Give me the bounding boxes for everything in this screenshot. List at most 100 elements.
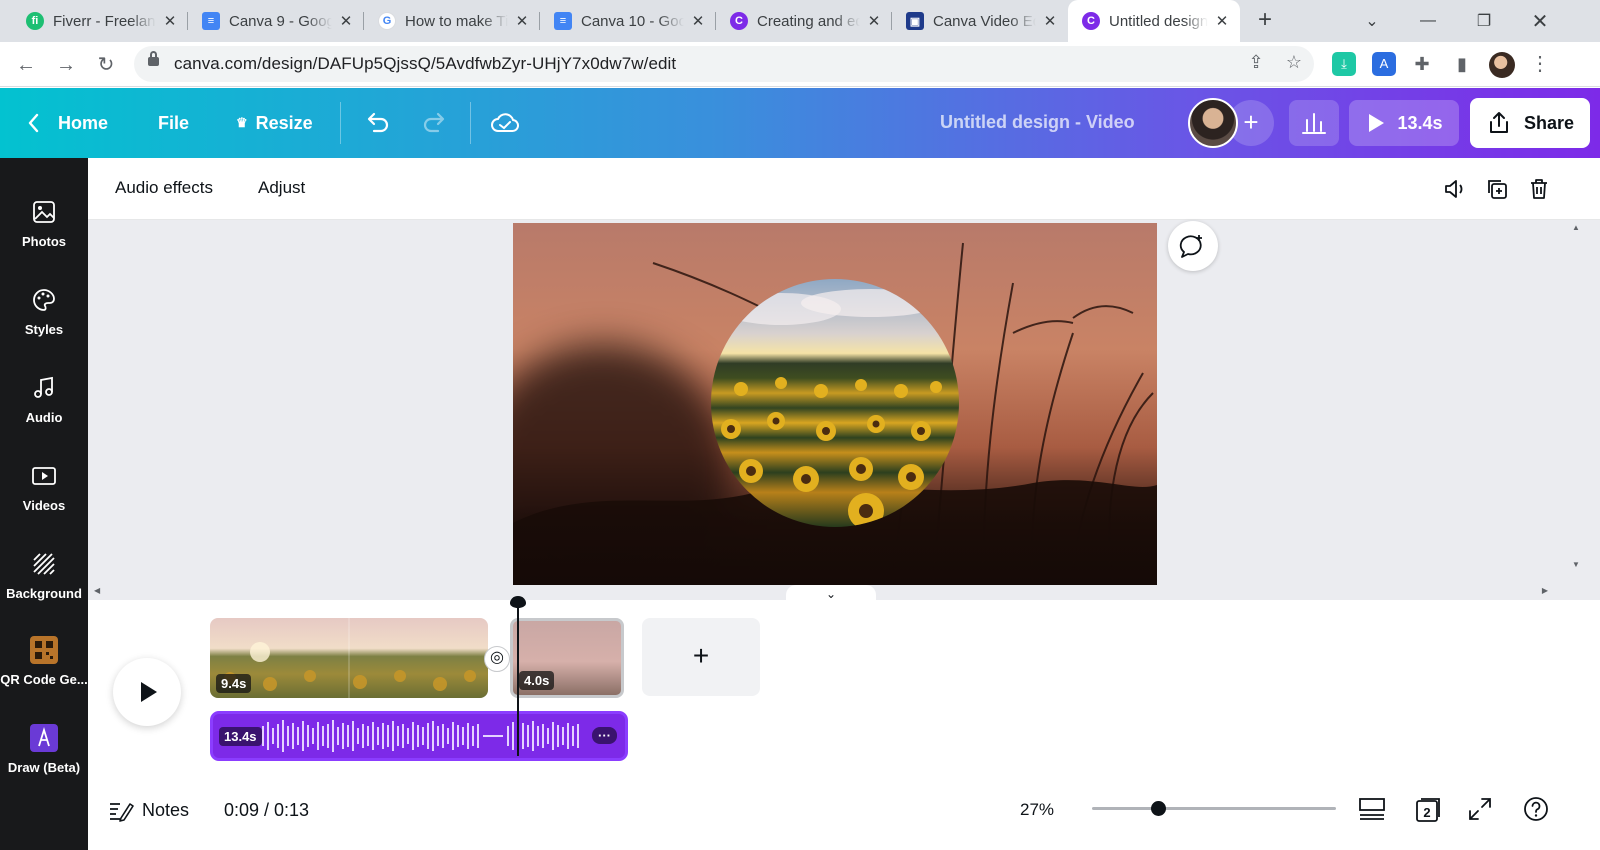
browser-tab-canva-video-editor[interactable]: ▣ Canva Video Editor ✕ <box>892 0 1068 42</box>
tab-search-icon[interactable]: ⌄ <box>1344 0 1400 42</box>
browser-tab-canva9-doc[interactable]: ≡ Canva 9 - Google Docs ✕ <box>188 0 364 42</box>
timeline-play-button[interactable] <box>113 658 181 726</box>
home-button[interactable]: Home <box>26 88 108 158</box>
notes-icon[interactable] <box>106 796 134 824</box>
sidebar-item-label: Audio <box>25 410 63 425</box>
undo-button[interactable] <box>364 88 392 158</box>
redo-button[interactable] <box>420 88 448 158</box>
canva-icon: C <box>730 12 748 30</box>
fullscreen-icon[interactable] <box>1466 795 1494 823</box>
sidebar-item-draw[interactable]: Draw (Beta) <box>0 724 88 775</box>
forward-icon[interactable]: → <box>52 51 80 79</box>
video-clip-1[interactable]: 9.4s <box>210 618 488 698</box>
back-icon[interactable]: ← <box>12 51 40 79</box>
browser-tab-fiverr[interactable]: fi Fiverr - Freelance Services Marketpla… <box>12 0 188 42</box>
sidebar-item-audio[interactable]: Audio <box>0 374 88 425</box>
browser-tab-google-search[interactable]: G How to make TikTok video ✕ <box>364 0 540 42</box>
scroll-down-icon[interactable]: ▼ <box>1572 560 1580 569</box>
zoom-percentage[interactable]: 27% <box>1020 800 1054 820</box>
close-tab-icon[interactable]: ✕ <box>514 12 530 30</box>
browser-tab-untitled-design[interactable]: C Untitled design - Video ✕ <box>1068 0 1240 42</box>
sidebar-item-background[interactable]: Background <box>0 550 88 601</box>
zoom-slider[interactable] <box>1092 801 1336 816</box>
audio-effects-button[interactable]: Audio effects <box>115 178 213 198</box>
clip-thumbnail <box>224 618 476 698</box>
resize-button[interactable]: ♛ Resize <box>236 88 313 158</box>
fiverr-icon: fi <box>26 12 44 30</box>
bookmark-star-icon[interactable]: ☆ <box>1282 52 1306 76</box>
duplicate-icon[interactable] <box>1484 176 1510 202</box>
browser-menu-icon[interactable]: ⋮ <box>1528 52 1552 76</box>
extension-download-icon[interactable]: ⤓ <box>1332 52 1356 76</box>
help-icon[interactable] <box>1522 795 1550 823</box>
minimize-icon[interactable]: — <box>1400 0 1456 42</box>
close-tab-icon[interactable]: ✕ <box>1042 12 1058 30</box>
home-label: Home <box>58 112 109 133</box>
share-button[interactable]: Share <box>1470 98 1590 148</box>
scroll-up-icon[interactable]: ▲ <box>1572 223 1580 232</box>
bar-chart-icon <box>1302 113 1326 134</box>
scroll-right-icon[interactable]: ▶ <box>1542 586 1548 595</box>
scroll-left-icon[interactable]: ◀ <box>94 586 100 595</box>
insights-button[interactable] <box>1289 100 1339 146</box>
sidebar-item-videos[interactable]: Videos <box>0 462 88 513</box>
add-page-button[interactable]: + <box>642 618 760 696</box>
tab-title: Untitled design - Video <box>1109 12 1208 30</box>
sidebar-item-photos[interactable]: Photos <box>0 198 88 249</box>
collapse-timeline-button[interactable]: ⌄ <box>786 585 876 601</box>
sunflower-circle-frame[interactable] <box>711 279 959 527</box>
close-tab-icon[interactable]: ✕ <box>338 12 354 30</box>
audio-track[interactable]: 13.4s ··· <box>210 711 628 761</box>
volume-icon[interactable] <box>1442 176 1468 202</box>
cloud-check-icon <box>491 113 519 132</box>
sidebar-item-label: Photos <box>21 234 67 249</box>
profile-avatar[interactable] <box>1489 52 1515 78</box>
notes-button[interactable]: Notes <box>142 800 189 821</box>
save-status-button[interactable] <box>490 88 520 158</box>
new-tab-button[interactable]: + <box>1252 8 1278 34</box>
chevron-down-icon: ⌄ <box>825 587 837 601</box>
context-toolbar: Audio effects Adjust <box>88 158 1600 220</box>
play-icon <box>1369 114 1385 132</box>
add-comment-button[interactable] <box>1168 221 1218 271</box>
editor-footer: Notes 0:09 / 0:13 27% 2 <box>88 782 1600 850</box>
sidebar-item-qr-code[interactable]: QR Code Ge... <box>0 636 88 687</box>
present-play-button[interactable]: 13.4s <box>1349 100 1459 146</box>
vertical-scrollbar[interactable]: ▲ ▼ <box>1568 220 1586 600</box>
design-title[interactable]: Untitled design - Video <box>940 112 1135 133</box>
close-tab-icon[interactable]: ✕ <box>690 12 706 30</box>
zoom-slider-handle[interactable] <box>1150 801 1166 816</box>
canva-video-icon: ▣ <box>906 12 924 30</box>
close-tab-icon[interactable]: ✕ <box>1214 12 1230 30</box>
close-window-icon[interactable]: ✕ <box>1512 0 1568 42</box>
url-omnibox[interactable]: canva.com/design/DAFUp5QjssQ/5AvdfwbZyr-… <box>134 46 1314 82</box>
extensions-puzzle-icon[interactable]: ✚ <box>1410 52 1434 76</box>
sidebar-item-label: Styles <box>24 322 64 337</box>
audio-more-options-button[interactable]: ··· <box>592 727 617 744</box>
browser-tab-canva10-doc[interactable]: ≡ Canva 10 - Google Docs ✕ <box>540 0 716 42</box>
pages-button[interactable]: 2 <box>1414 796 1442 824</box>
sidebar-item-label: QR Code Ge... <box>0 672 88 687</box>
adjust-button[interactable]: Adjust <box>258 178 305 198</box>
video-icon <box>32 467 56 485</box>
playhead[interactable] <box>517 600 519 756</box>
transition-button[interactable]: ◎ <box>484 646 510 672</box>
file-menu-button[interactable]: File <box>158 88 189 158</box>
close-tab-icon[interactable]: ✕ <box>866 12 882 30</box>
clip-duration-badge: 9.4s <box>216 674 252 693</box>
extension-translate-icon[interactable]: A <box>1372 52 1396 76</box>
video-clip-2[interactable]: 4.0s <box>510 618 624 698</box>
browser-tab-creating-editing[interactable]: C Creating and editing ✕ <box>716 0 892 42</box>
reload-icon[interactable]: ↻ <box>92 51 120 79</box>
side-panel-icon[interactable]: ▮ <box>1450 52 1474 76</box>
trash-icon[interactable] <box>1526 176 1552 202</box>
close-tab-icon[interactable]: ✕ <box>162 12 178 30</box>
url-text[interactable]: canva.com/design/DAFUp5QjssQ/5AvdfwbZyr-… <box>174 54 676 74</box>
sidebar-item-styles[interactable]: Styles <box>0 286 88 337</box>
design-canvas[interactable] <box>513 223 1157 585</box>
tab-title: Canva 9 - Google Docs <box>229 12 332 30</box>
share-page-icon[interactable]: ⇪ <box>1244 52 1268 76</box>
user-avatar[interactable] <box>1188 98 1238 148</box>
grid-view-icon[interactable] <box>1358 795 1386 823</box>
restore-icon[interactable]: ❐ <box>1456 0 1512 42</box>
